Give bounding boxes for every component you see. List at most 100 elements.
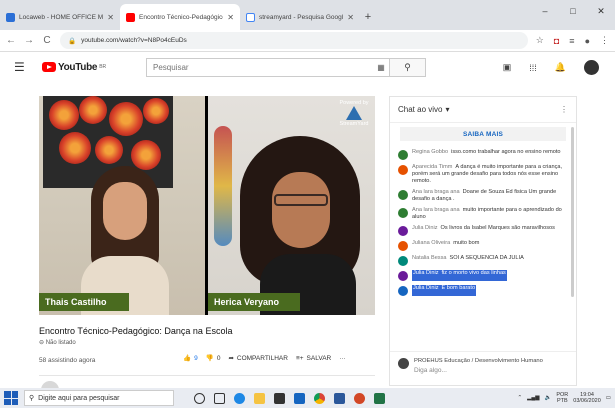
browser-menu-icon[interactable]: ⋮ [600, 35, 609, 46]
chrome-icon[interactable] [314, 392, 325, 404]
left-participant-feed [39, 96, 205, 315]
close-tab-icon[interactable]: ✕ [107, 13, 114, 22]
create-video-icon[interactable]: ▣ [503, 62, 512, 73]
bookmark-star-icon[interactable]: ☆ [536, 35, 544, 46]
saiba-mais-button[interactable]: SAIBA MAIS [400, 127, 566, 141]
message-author: Juliana Oliveira [412, 240, 451, 246]
share-button[interactable]: ➦ COMPARTILHAR [228, 354, 288, 363]
taskbar-clock[interactable]: 19:04 03/06/2020 [573, 392, 601, 404]
close-tab-icon[interactable]: ✕ [347, 13, 354, 22]
chat-messages: SAIBA MAIS Regina Gobbo isso.como trabalh… [390, 123, 576, 351]
notification-center-icon[interactable]: ▭ [606, 395, 611, 401]
message-text: Os livros da Isabel Marques são maravilh… [440, 225, 555, 231]
tab-google[interactable]: streamyard - Pesquisa Google ✕ [240, 4, 360, 30]
message-body: Julia Diniz Os livros da Isabel Marques s… [412, 225, 555, 236]
chat-menu-icon[interactable]: ⋮ [560, 105, 568, 114]
reading-list-icon[interactable]: ≡ [569, 36, 574, 46]
avatar [398, 358, 409, 369]
menu-icon[interactable]: ☰ [14, 60, 32, 74]
share-label: COMPARTILHAR [236, 354, 288, 362]
dislike-button[interactable]: 👎 0 [205, 354, 221, 363]
apps-grid-icon[interactable]: ⁞⁞⁞ [529, 63, 537, 73]
powerpoint-icon[interactable] [354, 392, 365, 404]
word-icon[interactable] [334, 392, 345, 404]
locaweb-favicon-icon [6, 12, 15, 22]
avatar[interactable] [584, 60, 599, 75]
taskbar-apps [194, 392, 385, 404]
chat-message: Natalia Bessa SOI A SEQUENCIA DA JULIA [390, 253, 576, 268]
volume-icon[interactable]: 🔈 [544, 395, 551, 401]
taskbar-search[interactable]: ⚲ Digite aqui para pesquisar [24, 390, 174, 406]
unlisted-label: Não listado [45, 340, 76, 346]
thumbs-down-icon: 👎 [205, 355, 214, 362]
right-name-banner: Herica Veryano [208, 293, 300, 311]
close-window-button[interactable]: ✕ [587, 0, 615, 22]
cortana-icon[interactable] [194, 392, 205, 404]
language-indicator[interactable]: POR PTB [556, 392, 568, 404]
message-body: Julia Diniz E bom barato [412, 285, 477, 296]
url-field[interactable]: 🔒 youtube.com/watch?v=N8Po4cEuDs [60, 32, 528, 49]
edge-icon[interactable] [234, 392, 245, 404]
avatar [398, 286, 408, 296]
mail-icon[interactable] [294, 392, 305, 404]
excel-icon[interactable] [374, 392, 385, 404]
message-body: Juliana Oliveira muito bom [412, 240, 479, 251]
like-button[interactable]: 👍 9 [183, 354, 198, 363]
search-input[interactable] [147, 59, 373, 76]
youtube-favicon-icon [126, 12, 135, 22]
chat-message: Julia Diniz E bom barato [390, 283, 576, 298]
message-text: E bom barato [441, 285, 476, 291]
input-author: PROEHUS Educação / Desenvolvimento Human… [414, 358, 543, 364]
avatar [398, 256, 408, 266]
system-tray: ⌃ ▂▄▆ 🔈 POR PTB 19:04 03/06/2020 ▭ [518, 392, 611, 404]
browser-extensions: ☆ ◘ ≡ ● ⋮ [536, 35, 609, 46]
avatar [398, 150, 408, 160]
chat-message: Julia Diniz fiz o morto vivo das linhas [390, 268, 576, 283]
keyboard-icon[interactable]: ▦ [373, 59, 389, 76]
close-tab-icon[interactable]: ✕ [227, 13, 234, 22]
windows-start-icon[interactable] [4, 391, 18, 405]
maximize-button[interactable]: □ [559, 0, 587, 22]
taskbar-search-input[interactable]: Digite aqui para pesquisar [38, 395, 119, 402]
more-actions-button[interactable]: ··· [339, 355, 346, 362]
reload-icon[interactable]: C [42, 35, 52, 46]
new-tab-button[interactable]: + [360, 4, 376, 30]
country-code: BR [99, 64, 107, 70]
chat-scrollbar[interactable] [571, 127, 574, 297]
extension-icon[interactable]: ◘ [554, 36, 559, 46]
store-icon[interactable] [274, 392, 285, 404]
viewer-count: 58 assistindo agora [39, 357, 96, 364]
search-box: ▦ ⚲ [146, 58, 426, 77]
youtube-logo[interactable]: YouTube BR [42, 62, 106, 73]
message-author: Ana lara braga ana [412, 207, 460, 213]
chat-header[interactable]: Chat ao vivo ▾ ⋮ [390, 97, 576, 123]
tray-arrow-icon[interactable]: ⌃ [518, 395, 523, 401]
window-controls: – □ ✕ [531, 0, 615, 22]
notifications-bell-icon[interactable]: 🔔 [555, 62, 566, 73]
playlist-add-icon: ≡+ [295, 354, 304, 362]
avatar [398, 165, 408, 175]
chat-input[interactable]: Diga algo... [414, 367, 543, 374]
message-text: isso.como trabalhar agora no ensino remo… [451, 149, 561, 155]
tab-youtube[interactable]: Encontro Técnico-Pedagógico ✕ [120, 4, 240, 30]
forward-icon[interactable]: → [24, 35, 34, 46]
search-button[interactable]: ⚲ [389, 59, 425, 76]
video-player[interactable]: Powered by StreamYard Thais Castilho Her… [39, 96, 375, 315]
save-button[interactable]: ≡+ SALVAR [296, 355, 331, 362]
network-icon[interactable]: ▂▄▆ [527, 395, 539, 401]
tab-locaweb[interactable]: Locaweb - HOME OFFICE Main ✕ [0, 4, 120, 30]
search-icon: ⚲ [29, 395, 35, 402]
file-explorer-icon[interactable] [254, 392, 265, 404]
profile-icon[interactable]: ● [585, 36, 590, 46]
message-body: Aparecida Timm A dança é muito importante… [412, 164, 568, 185]
back-icon[interactable]: ← [6, 35, 16, 46]
message-author: Julia Diniz [413, 285, 439, 291]
message-text: SOI A SEQUENCIA DA JULIA [449, 255, 524, 261]
task-view-icon[interactable] [214, 392, 225, 404]
clock-date: 03/06/2020 [573, 398, 601, 404]
browser-tab-strip: Locaweb - HOME OFFICE Main ✕ Encontro Té… [0, 0, 615, 30]
minimize-button[interactable]: – [531, 0, 559, 22]
message-text: fiz o morto vivo das linhas [441, 270, 506, 276]
message-body: Ana lara braga ana muito importante para … [412, 207, 568, 221]
streamyard-logo: Powered by StreamYard [337, 100, 371, 128]
